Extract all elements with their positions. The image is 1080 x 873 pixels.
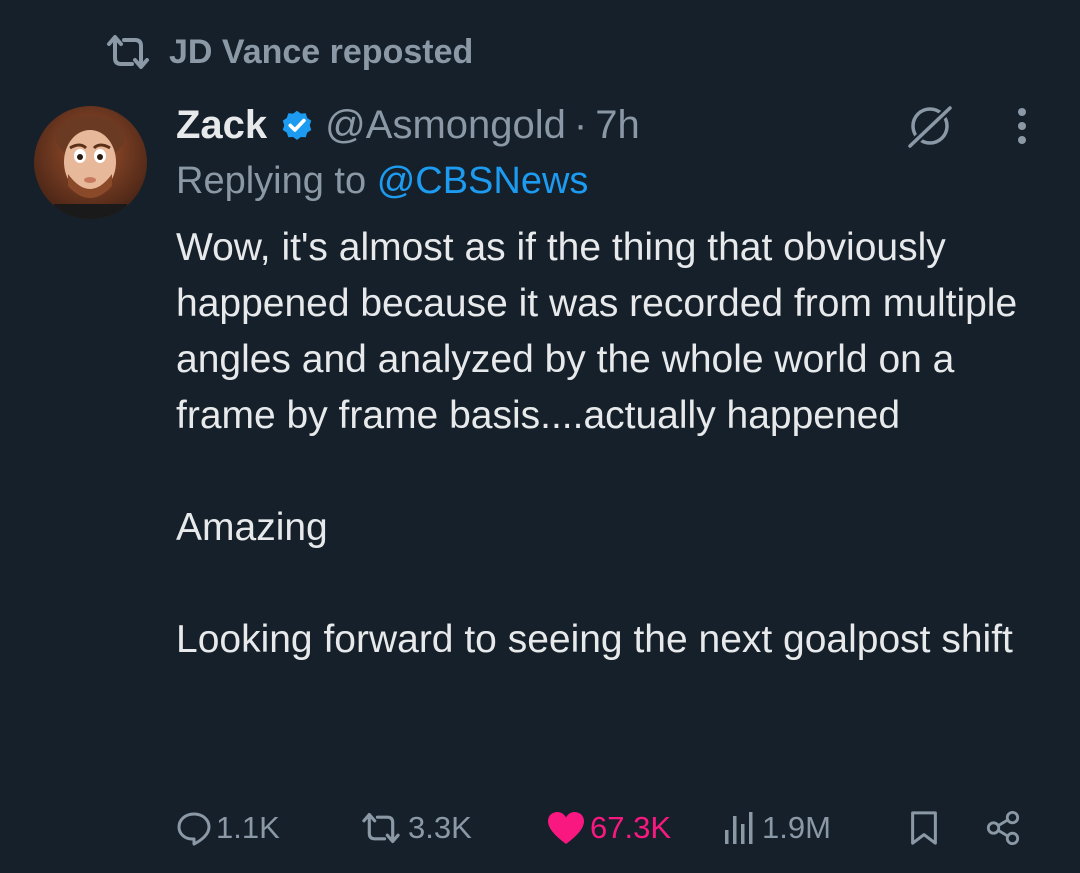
share-button[interactable] (984, 803, 1022, 853)
more-icon[interactable] (1004, 104, 1040, 148)
tweet-header: Zack @Asmongold · 7h (176, 100, 640, 150)
repost-count: 3.3K (408, 810, 472, 845)
timestamp[interactable]: 7h (595, 103, 640, 148)
like-button[interactable]: 67.3K (546, 803, 671, 853)
repost-header[interactable]: JD Vance reposted (105, 28, 473, 76)
tweet-paragraph: Amazing (176, 506, 328, 549)
repost-label: JD Vance reposted (169, 32, 474, 71)
repost-icon (107, 35, 149, 69)
tweet-text: Wow, it's almost as if the thing that ob… (176, 220, 1056, 668)
tweet-paragraph: Looking forward to seeing the next goalp… (176, 618, 1013, 661)
reply-mention-link[interactable]: @CBSNews (377, 160, 589, 202)
views-button[interactable]: 1.9M (722, 803, 831, 853)
bookmark-button[interactable] (908, 803, 940, 853)
avatar-image (34, 106, 147, 219)
heart-icon (548, 812, 584, 844)
like-count: 67.3K (590, 810, 672, 845)
avatar[interactable] (34, 106, 147, 219)
repost-icon (362, 812, 400, 844)
action-bar: 1.1K 3.3K 67.3K 1.9M (176, 803, 1036, 853)
separator-dot: · (573, 102, 588, 147)
replying-prefix: Replying to (176, 160, 367, 202)
reply-button[interactable]: 1.1K (176, 803, 280, 853)
verified-badge-icon[interactable] (279, 107, 315, 143)
bookmark-icon (911, 811, 937, 845)
replying-to: Replying to @CBSNews (176, 160, 588, 210)
tweet-paragraph: Wow, it's almost as if the thing that ob… (176, 226, 1018, 437)
author-display-name[interactable]: Zack (176, 103, 267, 148)
views-icon (725, 812, 753, 844)
grok-icon[interactable] (902, 98, 958, 154)
share-icon (986, 810, 1020, 846)
repost-button[interactable]: 3.3K (358, 803, 472, 853)
reply-icon (177, 812, 211, 846)
reply-count: 1.1K (216, 810, 280, 845)
views-count: 1.9M (762, 810, 831, 845)
author-handle[interactable]: @Asmongold (325, 103, 566, 148)
